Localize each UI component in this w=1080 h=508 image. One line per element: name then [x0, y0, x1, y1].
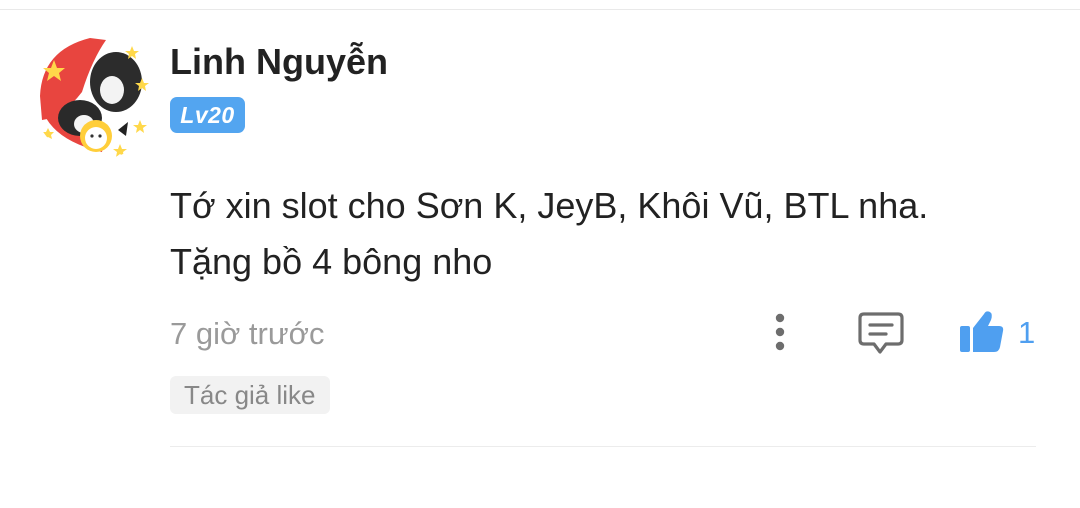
thumbs-up-icon — [960, 311, 1004, 352]
comment-body: Tớ xin slot cho Sơn K, JeyB, Khôi Vũ, BT… — [170, 178, 1030, 290]
comment-body-line: Tớ xin slot cho Sơn K, JeyB, Khôi Vũ, BT… — [170, 185, 929, 226]
like-count: 1 — [1018, 315, 1036, 350]
username[interactable]: Linh Nguyễn — [170, 40, 388, 84]
level-badge: Lv20 — [170, 97, 245, 133]
comment-item: Linh Nguyễn Lv20 Tớ xin slot cho Sơn K, … — [0, 0, 1080, 508]
bottom-divider — [170, 446, 1036, 447]
more-vertical-icon — [775, 313, 785, 351]
reply-button[interactable] — [856, 308, 906, 356]
comment-body-line: Tặng bồ 4 bông nho — [170, 241, 493, 282]
comment-icon — [858, 312, 904, 354]
avatar-image — [32, 32, 160, 160]
like-button[interactable]: 1 — [956, 306, 1040, 358]
more-options-button[interactable] — [762, 308, 798, 356]
author-like-badge: Tác giả like — [170, 376, 330, 414]
timestamp: 7 giờ trước — [170, 316, 325, 351]
avatar[interactable] — [32, 32, 160, 160]
